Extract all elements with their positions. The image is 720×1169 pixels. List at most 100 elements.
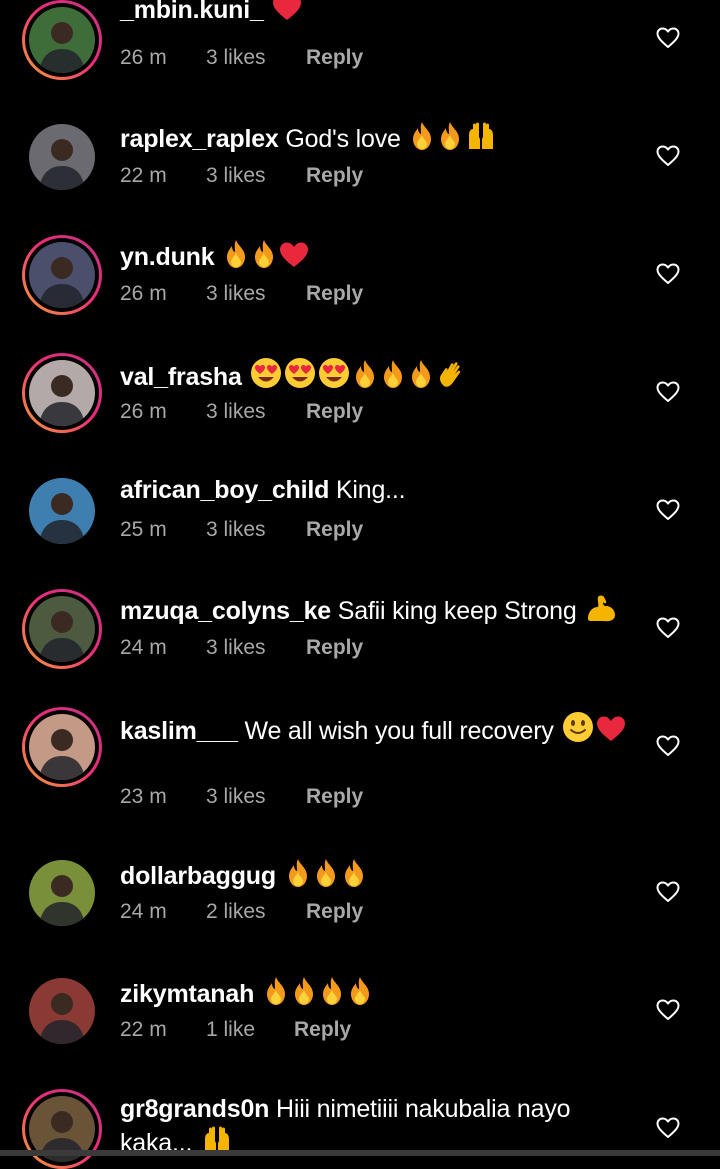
avatar[interactable] [22,589,102,669]
story-ring-gap [25,3,99,77]
like-heart-icon[interactable] [656,735,680,757]
reply-button[interactable]: Reply [306,164,363,188]
avatar-image [29,860,95,926]
likes-count[interactable]: 3 likes [206,518,306,542]
likes-count[interactable]: 3 likes [206,282,306,306]
comment-body: God's love [285,125,401,153]
likes-count[interactable]: 3 likes [206,46,306,70]
likes-count[interactable]: 1 like [206,1018,294,1042]
like-heart-icon[interactable] [656,999,680,1021]
fire-icon [380,359,406,397]
like-heart-icon[interactable] [656,881,680,903]
like-heart-icon[interactable] [656,617,680,639]
comment-timestamp: 22 m [120,164,167,187]
comment-text: _mbin.kuni_ [120,0,640,30]
avatar-image [29,242,95,308]
fire-icon [437,121,463,159]
comment-meta: 26 m 3 likes Reply [120,46,363,70]
fire-icon [341,858,367,896]
comment-timestamp: 23 m [120,785,167,808]
like-heart-icon[interactable] [656,263,680,285]
avatar[interactable] [22,0,102,80]
fire-icon [251,239,277,277]
story-ring-gap [25,710,99,784]
raised-hands-icon [465,121,497,159]
waving-hand-icon [436,359,466,397]
fire-icon [347,976,373,1014]
avatar-image [29,714,95,780]
reply-button[interactable]: Reply [306,46,363,70]
fire-icon [285,858,311,896]
comment-meta: 25 m 3 likes Reply [120,518,363,542]
likes-count[interactable]: 3 likes [206,400,306,424]
comment-body: We all wish you full recovery [244,717,554,745]
comment-body: King... [335,476,406,504]
avatar[interactable] [22,707,102,787]
avatar[interactable] [22,971,102,1051]
like-heart-icon[interactable] [656,381,680,403]
comment-meta: 24 m 3 likes Reply [120,636,363,660]
heart-eyes-icon [284,357,316,397]
flexed-biceps-icon [585,593,617,631]
avatar[interactable] [22,353,102,433]
story-ring-gap [25,592,99,666]
likes-count[interactable]: 3 likes [206,636,306,660]
story-ring-gap [25,356,99,430]
comment-timestamp: 24 m [120,900,167,923]
comment-username[interactable]: kaslim___ [120,717,238,745]
avatar-image [29,478,95,544]
comment-text: kaslim___ We all wish you full recovery [120,711,640,751]
heart-icon [596,715,626,751]
bottom-edge [0,1150,720,1156]
avatar[interactable] [22,235,102,315]
comment-username[interactable]: african_boy_child [120,476,329,504]
reply-button[interactable]: Reply [306,400,363,424]
heart-eyes-icon [250,357,282,397]
fire-icon [352,359,378,397]
comment-username[interactable]: gr8grands0n [120,1095,269,1123]
comment-timestamp: 26 m [120,282,167,305]
avatar[interactable] [22,471,102,551]
reply-button[interactable]: Reply [306,785,363,809]
comment-username[interactable]: yn.dunk [120,243,215,271]
like-heart-icon[interactable] [656,499,680,521]
avatar[interactable] [22,853,102,933]
avatar[interactable] [22,117,102,197]
reply-button[interactable]: Reply [306,518,363,542]
raised-hands-icon [201,1125,233,1163]
comment-timestamp: 24 m [120,636,167,659]
reply-button[interactable]: Reply [306,636,363,660]
fire-icon [408,359,434,397]
comment-meta: 23 m 3 likes Reply [120,785,363,809]
reply-button[interactable]: Reply [294,1018,351,1042]
heart-icon [272,0,302,30]
like-heart-icon[interactable] [656,1117,680,1139]
comment-username[interactable]: zikymtanah [120,980,254,1008]
comment-text: yn.dunk [120,239,640,277]
comment-text: val_frasha [120,357,640,397]
comment-username[interactable]: val_frasha [120,363,242,391]
likes-count[interactable]: 3 likes [206,785,306,809]
heart-eyes-icon [318,357,350,397]
reply-button[interactable]: Reply [306,900,363,924]
like-heart-icon[interactable] [656,145,680,167]
comment-username[interactable]: mzuqa_colyns_ke [120,597,331,625]
comment-username[interactable]: _mbin.kuni_ [120,0,264,24]
story-ring-gap [25,238,99,312]
like-heart-icon[interactable] [656,27,680,49]
slightly-smiling-face-icon [562,711,594,751]
comment-username[interactable]: dollarbaggug [120,862,276,890]
avatar[interactable] [22,1089,102,1169]
comment-timestamp: 22 m [120,1018,167,1041]
comment-meta: 22 m 1 like Reply [120,1018,351,1042]
likes-count[interactable]: 2 likes [206,900,306,924]
comment-meta: 26 m 3 likes Reply [120,400,363,424]
comment-text: african_boy_child King... [120,475,640,506]
avatar-image [29,978,95,1044]
fire-icon [263,976,289,1014]
reply-button[interactable]: Reply [306,282,363,306]
fire-icon [313,858,339,896]
fire-icon [319,976,345,1014]
comment-username[interactable]: raplex_raplex [120,125,279,153]
likes-count[interactable]: 3 likes [206,164,306,188]
